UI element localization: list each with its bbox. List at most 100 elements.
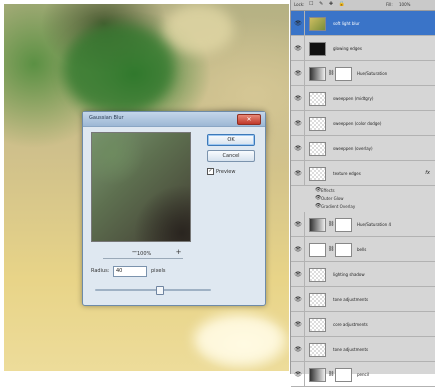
layer-thumbnail — [309, 242, 326, 257]
visibility-eye-icon[interactable]: 👁 — [293, 246, 303, 253]
zoom-in-icon: + — [175, 248, 182, 256]
layer-name[interactable]: core adjustments — [333, 322, 368, 327]
layer-row[interactable]: 👁 tone adjustments — [291, 337, 435, 362]
layer-thumbnail — [309, 91, 326, 106]
adjustment-icon — [309, 66, 326, 81]
layer-row[interactable]: 👁 glowing edges — [291, 36, 435, 61]
layer-name[interactable]: lighting shadow — [333, 272, 365, 277]
close-button[interactable]: ✕ — [237, 114, 261, 125]
blur-bottom-highlight — [194, 314, 284, 364]
visibility-eye-icon[interactable]: 👁 — [293, 45, 303, 52]
layer-thumbnail — [309, 342, 326, 357]
visibility-eye-icon[interactable]: 👁 — [293, 271, 303, 278]
layer-row[interactable]: 👁 ⛓ pencil — [291, 362, 435, 387]
layer-row[interactable]: 👁 lighting shadow — [291, 262, 435, 287]
layer-row[interactable]: 👁 ⛓ Hue/Saturation 4 — [291, 212, 435, 237]
preview-checkbox[interactable]: ✓ — [207, 168, 214, 175]
preview-toggle[interactable]: ✓ Preview — [207, 168, 235, 175]
visibility-eye-icon[interactable]: 👁 — [293, 321, 303, 328]
mask-link-icon[interactable]: ⛓ — [328, 221, 334, 227]
gaussian-blur-dialog: Gaussian Blur ✕ − 100% + OK Cancel ✓ Pre… — [82, 111, 266, 306]
cancel-button[interactable]: Cancel — [207, 150, 255, 162]
layer-name[interactable]: Hue/Saturation 4 — [357, 222, 391, 227]
layer-row[interactable]: 👁 texture edges fx — [291, 161, 435, 186]
layer-row[interactable]: 👁 core adjustments — [291, 312, 435, 337]
visibility-eye-icon[interactable]: 👁 — [293, 120, 303, 127]
fill-value[interactable]: 100% — [399, 2, 410, 7]
row-divider — [304, 111, 305, 135]
visibility-eye-icon[interactable]: 👁 — [293, 20, 303, 27]
layer-row[interactable]: 👁 ⛓ Hue/Saturation — [291, 61, 435, 86]
layer-name[interactable]: sweeppen (color dodge) — [333, 121, 381, 126]
effect-label: Gradient Overlay — [321, 204, 356, 209]
blur-preview[interactable] — [91, 132, 191, 242]
layer-row[interactable]: 👁 sweeppen (midtgry) — [291, 86, 435, 111]
layer-row[interactable]: 👁 sweeppen (overlay) — [291, 136, 435, 161]
layer-thumbnail — [309, 267, 326, 282]
effects-header[interactable]: 👁 Effects — [291, 186, 435, 194]
layer-mask-thumbnail[interactable] — [335, 66, 352, 81]
preview-label: Preview — [216, 168, 236, 175]
layer-row[interactable]: 👁 tone adjustments — [291, 287, 435, 312]
layer-row[interactable]: 👁 soft light blur — [291, 11, 435, 36]
layer-thumbnail — [309, 116, 326, 131]
layers-toolbar: Lock: ☐ ✎ ✚ 🔒 Fill: 100% — [291, 0, 435, 11]
layer-thumbnail — [309, 292, 326, 307]
effect-item[interactable]: 👁 Gradient Overlay — [291, 202, 435, 210]
visibility-eye-icon[interactable]: 👁 — [293, 170, 303, 177]
pixels-unit-label: pixels — [151, 268, 166, 274]
layer-row[interactable]: 👁 ⛓ bells — [291, 237, 435, 262]
layer-mask-thumbnail[interactable] — [335, 242, 352, 257]
dialog-title: Gaussian Blur — [89, 115, 124, 121]
layer-row[interactable]: 👁 sweeppen (color dodge) — [291, 111, 435, 136]
layer-name[interactable]: bells — [357, 247, 366, 252]
effect-item[interactable]: 👁 Outer Glow — [291, 194, 435, 202]
layer-name[interactable]: pencil — [357, 372, 369, 377]
dialog-titlebar[interactable]: Gaussian Blur ✕ — [83, 112, 265, 127]
row-divider — [304, 337, 305, 361]
layer-name[interactable]: soft light blur — [333, 21, 360, 26]
row-divider — [304, 36, 305, 60]
layer-thumbnail — [309, 166, 326, 181]
radius-slider-track[interactable] — [95, 289, 211, 291]
lock-icons[interactable]: ☐ ✎ ✚ 🔒 — [309, 1, 347, 7]
ok-button[interactable]: OK — [207, 134, 255, 146]
adjustment-icon — [309, 367, 326, 382]
zoom-in-button[interactable]: + — [175, 249, 182, 256]
layer-name[interactable]: sweeppen (overlay) — [333, 146, 373, 151]
row-divider — [304, 61, 305, 85]
row-divider — [304, 86, 305, 110]
layer-name[interactable]: texture edges — [333, 171, 361, 176]
visibility-eye-icon[interactable]: 👁 — [293, 371, 303, 378]
layer-name[interactable]: tone adjustments — [333, 347, 368, 352]
radius-input[interactable]: 40 — [113, 266, 147, 277]
layer-thumbnail — [309, 16, 326, 31]
layer-name[interactable]: Hue/Saturation — [357, 71, 387, 76]
radius-label: Radius: — [91, 268, 110, 274]
row-divider — [304, 312, 305, 336]
visibility-eye-icon[interactable]: 👁 — [293, 221, 303, 228]
mask-link-icon[interactable]: ⛓ — [328, 246, 334, 252]
mask-link-icon[interactable]: ⛓ — [328, 70, 334, 76]
visibility-eye-icon[interactable]: 👁 — [293, 70, 303, 77]
visibility-eye-icon[interactable]: 👁 — [293, 346, 303, 353]
visibility-eye-icon[interactable]: 👁 — [293, 145, 303, 152]
layer-effects-icon[interactable]: fx — [425, 170, 430, 176]
effect-label: Effects — [321, 188, 335, 193]
layer-thumbnail — [309, 141, 326, 156]
adjustment-icon — [309, 217, 326, 232]
layer-name[interactable]: sweeppen (midtgry) — [333, 96, 373, 101]
visibility-eye-icon[interactable]: 👁 — [293, 95, 303, 102]
layer-name[interactable]: tone adjustments — [333, 297, 368, 302]
row-divider — [304, 11, 305, 35]
row-divider — [304, 262, 305, 286]
layer-mask-thumbnail[interactable] — [335, 367, 352, 382]
row-divider — [304, 287, 305, 311]
row-divider — [304, 212, 305, 236]
layer-name[interactable]: glowing edges — [333, 46, 362, 51]
layer-mask-thumbnail[interactable] — [335, 217, 352, 232]
visibility-eye-icon[interactable]: 👁 — [293, 296, 303, 303]
radius-slider-thumb[interactable] — [155, 286, 164, 295]
layer-thumbnail — [309, 317, 326, 332]
row-divider — [304, 362, 305, 386]
